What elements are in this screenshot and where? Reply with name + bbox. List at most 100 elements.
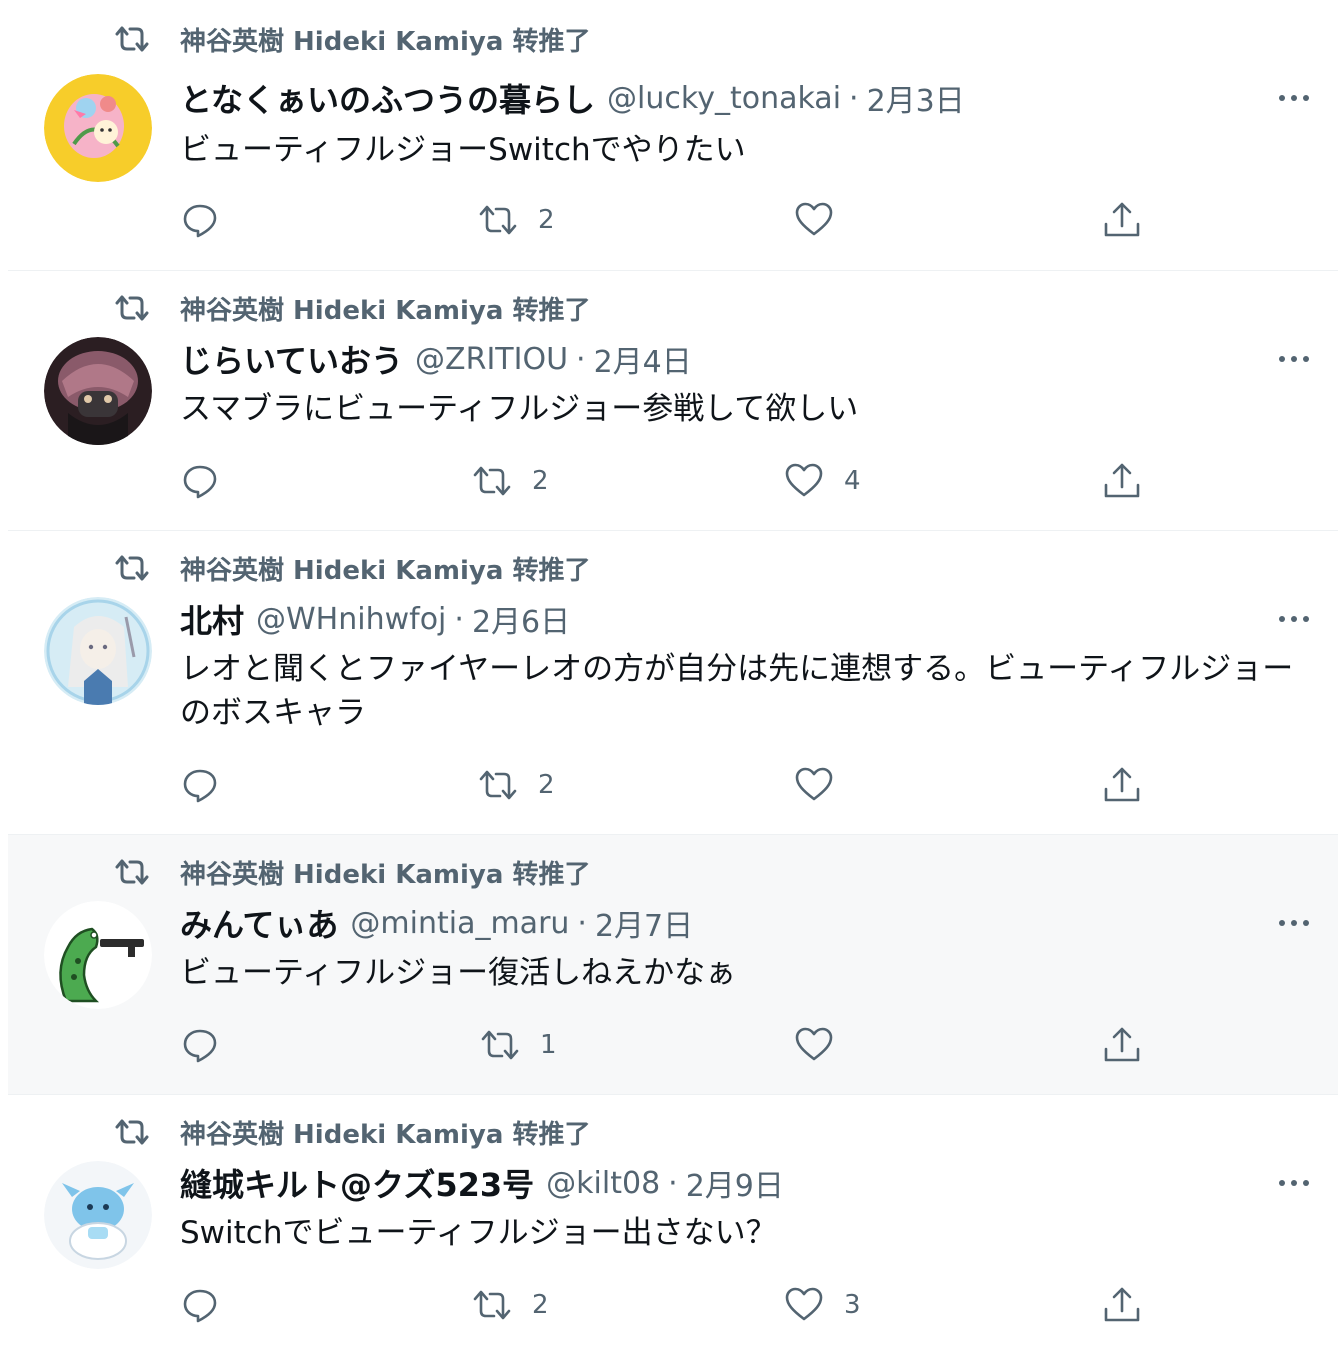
like-count: 3 — [844, 1290, 861, 1320]
share-button[interactable] — [1102, 1281, 1142, 1329]
more-options-button[interactable] — [1274, 599, 1314, 639]
tweet-date[interactable]: 2月3日 — [867, 76, 965, 120]
more-options-button[interactable] — [1274, 1163, 1314, 1203]
separator-dot: · — [577, 905, 587, 941]
display-name[interactable]: 縫城キルト@クズ523号 — [180, 1160, 534, 1206]
more-icon — [1279, 616, 1309, 622]
reply-button[interactable] — [180, 196, 220, 244]
like-button[interactable]: 4 — [784, 457, 861, 505]
tweet[interactable]: 神谷英樹 Hideki Kamiya 转推了 北村 @WHnihwfoj · 2… — [8, 530, 1338, 834]
retweet-button[interactable]: 2 — [478, 196, 555, 244]
share-icon — [1104, 202, 1140, 237]
avatar[interactable] — [44, 597, 152, 705]
retweeted-by-label[interactable]: 神谷英樹 Hideki Kamiya 转推了 — [180, 290, 590, 327]
like-button[interactable] — [794, 196, 854, 244]
reply-button[interactable] — [180, 457, 220, 505]
separator-dot: · — [668, 1165, 678, 1201]
tweet[interactable]: 神谷英樹 Hideki Kamiya 转推了 となくぁいのふつうの暮らし @lu… — [8, 0, 1338, 270]
avatar[interactable] — [44, 901, 152, 1009]
share-icon — [1104, 767, 1140, 802]
heart-icon — [785, 463, 823, 497]
heart-icon — [795, 767, 833, 801]
tweet[interactable]: 神谷英樹 Hideki Kamiya 转推了 縫城キルト@クズ523号 @kil… — [8, 1094, 1338, 1348]
tweet[interactable]: 神谷英樹 Hideki Kamiya 转推了 じらいていおう @ZRITIOU … — [8, 270, 1338, 530]
retweet-count: 2 — [532, 1290, 549, 1320]
retweet-count: 2 — [538, 205, 555, 235]
heart-icon — [795, 1027, 833, 1061]
separator-dot: · — [849, 80, 859, 116]
share-button[interactable] — [1102, 457, 1142, 505]
more-options-button[interactable] — [1274, 903, 1314, 943]
tweet-header: みんてぃあ @mintia_maru · 2月7日 — [180, 899, 693, 947]
display-name[interactable]: じらいていおう — [180, 336, 403, 382]
retweet-icon — [479, 205, 517, 235]
separator-dot: · — [454, 601, 464, 637]
user-handle[interactable]: @lucky_tonakai — [607, 81, 841, 116]
reply-button[interactable] — [180, 1281, 220, 1329]
retweet-context: 神谷英樹 Hideki Kamiya 转推了 — [112, 21, 590, 58]
display-name[interactable]: となくぁいのふつうの暮らし — [180, 75, 595, 121]
user-handle[interactable]: @kilt08 — [546, 1166, 660, 1201]
share-button[interactable] — [1102, 1021, 1142, 1069]
tweet-date[interactable]: 2月9日 — [686, 1161, 784, 1205]
tweet[interactable]: 神谷英樹 Hideki Kamiya 转推了 みんてぃあ @mintia_mar… — [8, 834, 1338, 1094]
retweeted-by-label[interactable]: 神谷英樹 Hideki Kamiya 转推了 — [180, 1114, 590, 1151]
share-icon — [1104, 1027, 1140, 1062]
retweeted-by-label[interactable]: 神谷英樹 Hideki Kamiya 转推了 — [180, 550, 590, 587]
retweet-icon — [112, 857, 152, 887]
tweet-text: ビューティフルジョーSwitchでやりたい — [180, 132, 746, 168]
share-button[interactable] — [1102, 761, 1142, 809]
retweet-icon — [112, 293, 152, 323]
reply-icon — [183, 1289, 217, 1323]
more-options-button[interactable] — [1274, 339, 1314, 379]
user-handle[interactable]: @ZRITIOU — [415, 342, 568, 377]
like-button[interactable] — [794, 1021, 854, 1069]
retweet-icon — [112, 24, 152, 54]
tweet-text: スマブラにビューティフルジョー参戦して欲しい — [180, 391, 859, 427]
retweet-context: 神谷英樹 Hideki Kamiya 转推了 — [112, 1114, 590, 1151]
avatar[interactable] — [44, 74, 152, 182]
retweet-button[interactable]: 2 — [478, 761, 555, 809]
user-handle[interactable]: @mintia_maru — [350, 906, 569, 941]
retweet-button[interactable]: 2 — [472, 457, 549, 505]
like-button[interactable]: 3 — [784, 1281, 861, 1329]
display-name[interactable]: 北村 — [180, 596, 244, 642]
more-options-button[interactable] — [1274, 78, 1314, 118]
avatar[interactable] — [44, 337, 152, 445]
avatar[interactable] — [44, 1161, 152, 1269]
tweet-actions: 2 — [180, 761, 1300, 809]
tweet-header: 縫城キルト@クズ523号 @kilt08 · 2月9日 — [180, 1159, 784, 1207]
tweet-actions: 1 — [180, 1021, 1300, 1069]
like-count: 4 — [844, 466, 861, 496]
tweet-date[interactable]: 2月6日 — [472, 597, 570, 641]
tweet-date[interactable]: 2月7日 — [595, 901, 693, 945]
tweet-header: となくぁいのふつうの暮らし @lucky_tonakai · 2月3日 — [180, 74, 965, 122]
reply-icon — [183, 204, 217, 238]
more-icon — [1279, 95, 1309, 101]
retweet-count: 2 — [532, 466, 549, 496]
tweet-text: レオと聞くとファイヤーレオの方が自分は先に連想する。ビューティフルジョーのボスキ… — [180, 651, 1294, 731]
retweet-icon — [473, 466, 511, 496]
display-name[interactable]: みんてぃあ — [180, 900, 338, 946]
reply-button[interactable] — [180, 1021, 220, 1069]
tweet-header: 北村 @WHnihwfoj · 2月6日 — [180, 595, 570, 643]
reply-icon — [183, 1029, 217, 1063]
retweet-icon — [473, 1290, 511, 1320]
retweeted-by-label[interactable]: 神谷英樹 Hideki Kamiya 转推了 — [180, 854, 590, 891]
retweet-button[interactable]: 2 — [472, 1281, 549, 1329]
user-handle[interactable]: @WHnihwfoj — [256, 602, 446, 637]
heart-icon — [785, 1287, 823, 1321]
more-icon — [1279, 1180, 1309, 1186]
reply-icon — [183, 465, 217, 499]
share-button[interactable] — [1102, 196, 1142, 244]
tweet-actions: 2 3 — [180, 1281, 1300, 1329]
like-button[interactable] — [794, 761, 854, 809]
reply-button[interactable] — [180, 761, 220, 809]
retweet-context: 神谷英樹 Hideki Kamiya 转推了 — [112, 550, 590, 587]
retweet-button[interactable]: 1 — [480, 1021, 557, 1069]
separator-dot: · — [576, 341, 586, 377]
timeline: 神谷英樹 Hideki Kamiya 转推了 となくぁいのふつうの暮らし @lu… — [0, 0, 1340, 1348]
retweeted-by-label[interactable]: 神谷英樹 Hideki Kamiya 转推了 — [180, 21, 590, 58]
retweet-icon — [481, 1030, 519, 1060]
tweet-date[interactable]: 2月4日 — [594, 337, 692, 381]
